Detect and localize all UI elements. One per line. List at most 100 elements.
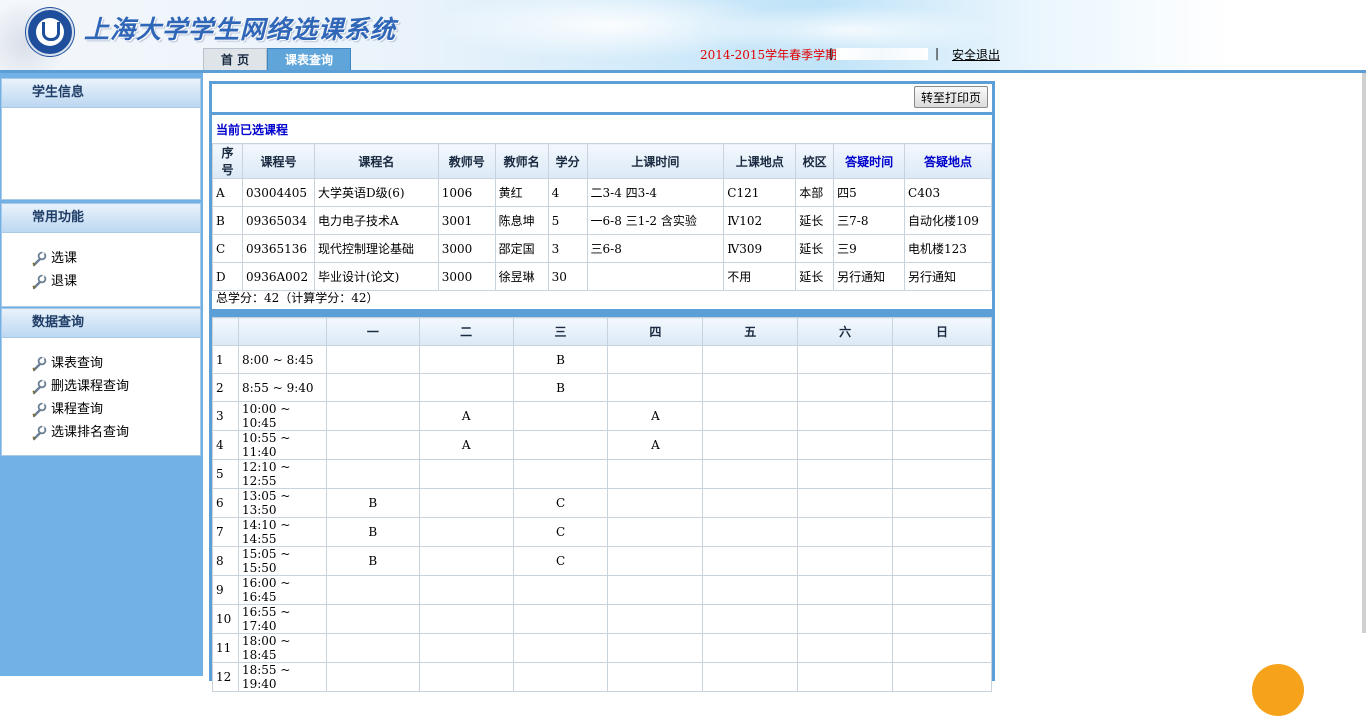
- timetable-cell: [418, 373, 514, 402]
- period-time: 13:05 ~ 13:50: [237, 488, 327, 518]
- page-scrollbar[interactable]: [1362, 73, 1366, 633]
- timetable-cell: A: [418, 430, 514, 460]
- selected-courses-section: 当前已选课程 序号 课程号 课程名 教师号 教师名 学分 上课时间 上课地点 校区 答疑时间 答疑地…: [212, 115, 992, 309]
- timetable-cell: B: [325, 517, 420, 547]
- tab-schedule-query[interactable]: 课表查询: [267, 48, 351, 72]
- timetable-cell: [325, 459, 420, 489]
- timetable-cell: [702, 373, 799, 402]
- table-cell: 3001: [437, 206, 496, 235]
- course-table: 序号 课程号 课程名 教师号 教师名 学分 上课时间 上课地点 校区 答疑时间 答疑地点 A 0300…: [212, 143, 992, 291]
- timetable-cell: [418, 662, 514, 692]
- timetable-section: 一二三四五六日 1 8:00 ~ 8:45 B 2 8:55 ~ 9:40 B 3 10:00…: [212, 317, 992, 692]
- timetable-cell: [512, 662, 609, 692]
- logout-link[interactable]: 安全退出: [952, 46, 1000, 63]
- timetable-cell: [892, 633, 992, 663]
- timetable-cell: [892, 517, 992, 547]
- timetable-cell: [325, 373, 420, 402]
- timetable-cell: [512, 459, 609, 489]
- timetable-cell: [702, 633, 799, 663]
- table-cell: 0936A002: [241, 262, 315, 291]
- table-cell: 30: [547, 262, 588, 291]
- wrench-icon: [30, 273, 51, 291]
- period-header: [212, 317, 239, 346]
- wrench-icon: [30, 250, 51, 268]
- panel-title: 数据查询: [2, 309, 200, 338]
- timetable-cell: [607, 575, 704, 605]
- timetable-cell: [892, 546, 992, 576]
- timetable-cell: [892, 459, 992, 489]
- table-cell: 09365034: [241, 206, 315, 235]
- timetable-cell: [892, 604, 992, 634]
- timetable-cell: [418, 459, 514, 489]
- print-page-button[interactable]: 转至打印页: [913, 86, 988, 108]
- timetable-cell: C: [512, 546, 609, 576]
- period-time: 14:10 ~ 14:55: [237, 517, 327, 547]
- timetable-cell: [325, 575, 420, 605]
- timetable-cell: B: [325, 546, 420, 576]
- timetable-cell: [892, 488, 992, 518]
- timetable-cell: [607, 633, 704, 663]
- menu-item-1[interactable]: 删选课程查询: [30, 375, 200, 398]
- timetable-cell: [607, 373, 704, 402]
- table-cell: B: [212, 206, 243, 235]
- period-time: 15:05 ~ 15:50: [237, 546, 327, 576]
- timetable-cell: A: [607, 401, 704, 431]
- column-header: 答疑时间: [833, 143, 906, 179]
- separator: |: [829, 46, 834, 60]
- wrench-icon: [30, 355, 51, 373]
- table-cell: C: [212, 234, 243, 263]
- timetable-cell: C: [512, 488, 609, 518]
- column-header: 答疑地点: [904, 143, 992, 179]
- table-cell: 4: [547, 178, 588, 207]
- wrench-icon: [30, 401, 51, 419]
- table-cell: 另行通知: [904, 262, 992, 291]
- toolbar: 转至打印页: [212, 84, 992, 112]
- timetable-cell: [607, 604, 704, 634]
- day-header: 五: [702, 317, 799, 346]
- timetable-cell: [325, 633, 420, 663]
- timetable-cell: [607, 546, 704, 576]
- table-row: C 09365136 现代控制理论基础 3000 邵定国 3 三6-8 Ⅳ309 延长 三9 电机楼…: [212, 234, 992, 263]
- timetable-cell: [512, 633, 609, 663]
- table-cell: Ⅳ309: [723, 234, 797, 263]
- menu-item-label: 选课排名查询: [51, 425, 130, 440]
- separator: |: [935, 46, 940, 60]
- timetable-cell: [702, 430, 799, 460]
- menu-item-1[interactable]: 退课: [30, 270, 200, 293]
- floating-widget[interactable]: [1252, 664, 1304, 716]
- timetable-cell: B: [325, 488, 420, 518]
- period-time: 10:00 ~ 10:45: [237, 401, 327, 431]
- menu-item-3[interactable]: 选课排名查询: [30, 421, 200, 444]
- common-functions-panel: 常用功能 选课 退课: [1, 203, 201, 307]
- table-cell: 09365136: [241, 234, 315, 263]
- table-cell: 延长: [795, 262, 835, 291]
- timetable-cell: [512, 604, 609, 634]
- timetable-cell: [892, 575, 992, 605]
- timetable-cell: [797, 488, 894, 518]
- table-cell: 三9: [833, 234, 906, 263]
- menu-item-0[interactable]: 选课: [30, 247, 200, 270]
- table-row: B 09365034 电力电子技术A 3001 陈息坤 5 一6-8 三1-2 含实验 Ⅳ10…: [212, 206, 992, 235]
- timetable-row: 5 12:10 ~ 12:55: [212, 459, 992, 489]
- main-content: 转至打印页 当前已选课程 序号 课程号 课程名 教师号 教师名 学分 上课时间 上课地点 校区答…: [203, 73, 1366, 692]
- timetable-cell: [512, 430, 609, 460]
- table-cell: Ⅳ102: [723, 206, 797, 235]
- menu-item-0[interactable]: 课表查询: [30, 352, 200, 375]
- current-term: 2014-2015学年春季学期: [700, 48, 838, 62]
- day-header: 三: [512, 317, 609, 346]
- period-time: 18:55 ~ 19:40: [237, 662, 327, 692]
- table-cell: 3000: [437, 262, 496, 291]
- menu-item-label: 选课: [51, 251, 78, 266]
- timetable-cell: [702, 401, 799, 431]
- time-header: [237, 317, 327, 346]
- timetable-row: 8 15:05 ~ 15:50 B C: [212, 546, 992, 576]
- period-time: 16:00 ~ 16:45: [237, 575, 327, 605]
- table-cell: 不用: [723, 262, 797, 291]
- menu-item-2[interactable]: 课程查询: [30, 398, 200, 421]
- tab-home[interactable]: 首 页: [203, 48, 267, 72]
- content-frame: 转至打印页 当前已选课程 序号 课程号 课程名 教师号 教师名 学分 上课时间 上课地点 校区答…: [209, 81, 995, 692]
- table-cell: 三7-8: [833, 206, 906, 235]
- timetable-cell: [702, 662, 799, 692]
- data-query-panel: 数据查询 课表查询 删选课程查询 课程查询选课排名查询: [1, 308, 201, 456]
- timetable-row: 7 14:10 ~ 14:55 B C: [212, 517, 992, 547]
